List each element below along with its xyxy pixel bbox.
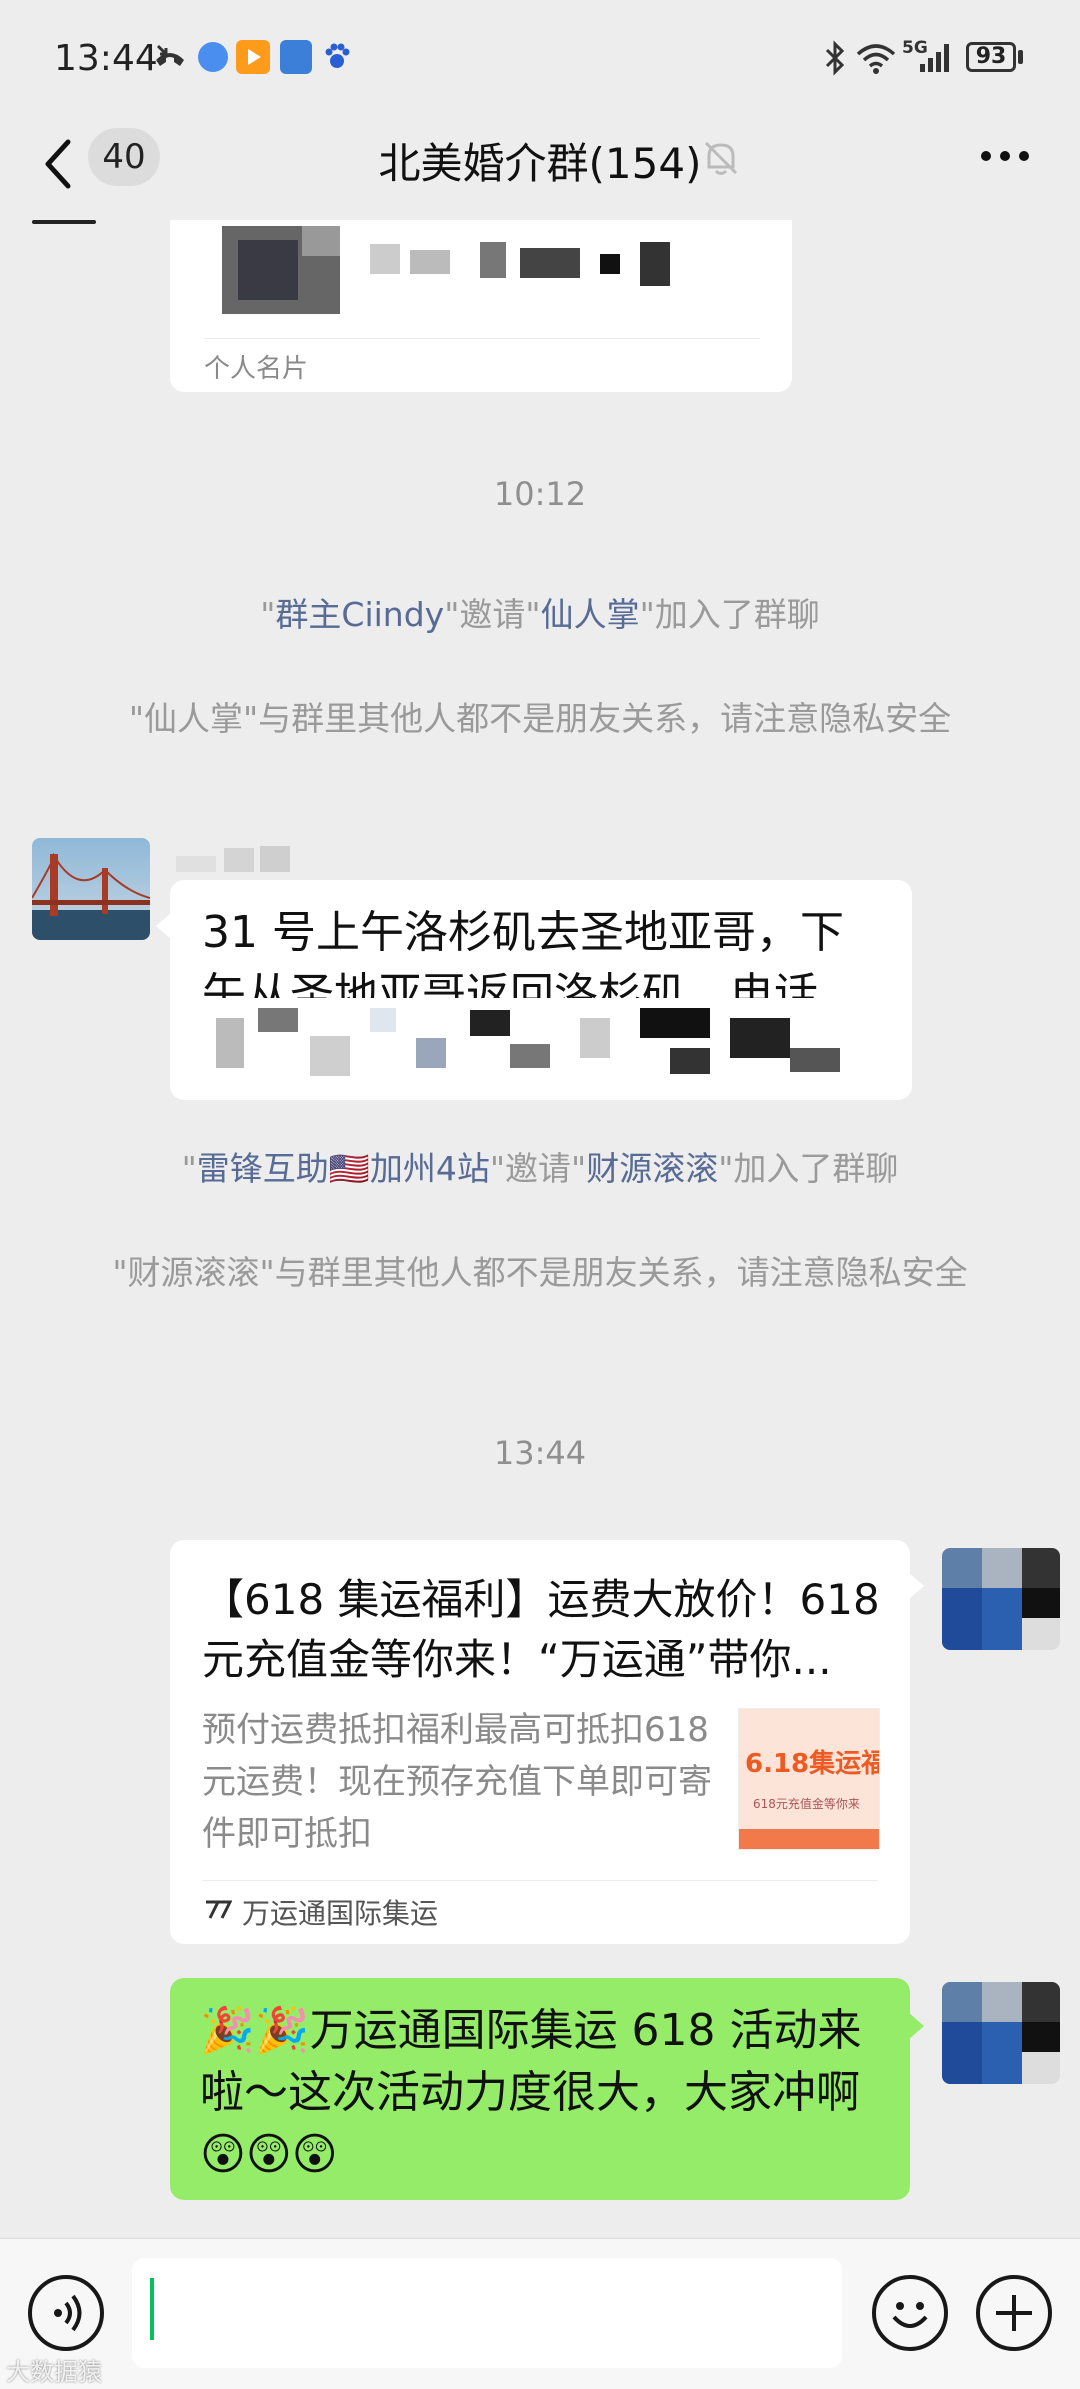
chat-title[interactable]: 北美婚介群(154) <box>0 130 1080 191</box>
more-actions-button[interactable] <box>976 2275 1052 2351</box>
link-card-message[interactable]: 【618 集运福利】运费大放价！618 元充值金等你来！“万运通”带你... 预… <box>170 1540 924 1944</box>
paw-icon <box>325 43 350 68</box>
inviter-name[interactable]: 雷锋互助🇺🇸加州4站 <box>197 1149 490 1188</box>
blurred-contact-name <box>370 234 690 294</box>
emoji-button[interactable] <box>872 2275 948 2351</box>
bubble-tail <box>908 1572 924 1600</box>
my-avatar[interactable] <box>942 1548 1060 1650</box>
wifi-icon <box>856 44 896 74</box>
bluetooth-icon <box>825 40 845 76</box>
watermark: 大数据猿 <box>6 2358 102 2386</box>
briefcase-app-icon <box>280 40 312 74</box>
invitee-name[interactable]: 财源滚滚 <box>586 1149 718 1188</box>
blurred-sender-name <box>176 844 306 874</box>
timestamp: 10:12 <box>493 475 587 513</box>
status-time: 13:44 <box>54 38 158 79</box>
thumbnail-subtext: 618元充值金等你来 <box>753 1797 860 1811</box>
link-title: 【618 集运福利】运费大放价！618 元充值金等你来！“万运通”带你... <box>202 1575 880 1684</box>
voice-icon <box>54 2294 82 2332</box>
mute-bell-icon <box>704 141 738 175</box>
battery-tip <box>1018 50 1023 64</box>
thumbnail-text: 6.18集运福 <box>745 1749 880 1779</box>
link-description: 预付运费抵扣福利最高可抵扣618元运费！现在预存充值下单即可寄件即可抵扣 <box>202 1710 712 1854</box>
app-notification-icon <box>198 42 228 72</box>
smiley-icon <box>892 2302 928 2328</box>
text-cursor <box>150 2278 154 2340</box>
sender-avatar[interactable] <box>32 838 150 940</box>
avatar[interactable] <box>32 220 96 224</box>
status-bar: 13:44 5G 93 <box>0 0 1080 120</box>
plus-icon <box>996 2295 1032 2331</box>
system-message: "雷锋互助🇺🇸加州4站"邀请"财源滚滚"加入了群聊 <box>181 1149 899 1188</box>
message-line-1: 31 号上午洛杉矶去圣地亚哥，下 <box>202 907 844 958</box>
text-message[interactable]: 31 号上午洛杉矶去圣地亚哥，下 午从圣地亚哥返回洛杉矶，电话 <box>156 880 912 1100</box>
signal-icon <box>920 44 949 72</box>
message-text: 🎉🎉万运通国际集运 618 活动来啦～这次活动力度很大，大家冲啊😲😲😲 <box>200 2005 862 2180</box>
video-app-icon <box>236 40 270 74</box>
contact-card-message[interactable]: 个人名片 <box>170 220 792 392</box>
sent-text-message[interactable]: 🎉🎉万运通国际集运 618 活动来啦～这次活动力度很大，大家冲啊😲😲😲 <box>170 1978 924 2200</box>
blurred-phone-number <box>170 998 912 1088</box>
privacy-notice: "财源滚滚"与群里其他人都不是朋友关系，请注意隐私安全 <box>112 1253 968 1292</box>
source-logo-icon <box>206 1900 232 1919</box>
link-source: 万运通国际集运 <box>242 1897 439 1930</box>
message-input[interactable] <box>132 2258 842 2368</box>
inviter-name[interactable]: 群主Ciindy <box>275 595 444 634</box>
timestamp: 13:44 <box>493 1434 587 1472</box>
divider <box>202 1880 878 1881</box>
bubble-tail <box>156 912 172 940</box>
card-type-label: 个人名片 <box>204 354 309 384</box>
missed-call-icon <box>156 44 184 66</box>
bubble-tail <box>908 2012 924 2040</box>
link-thumbnail: 6.18集运福 618元充值金等你来 <box>738 1708 880 1850</box>
battery-indicator: 93 <box>966 42 1016 72</box>
more-options-icon[interactable] <box>980 146 1030 166</box>
invitee-name[interactable]: 仙人掌 <box>541 595 640 634</box>
my-avatar[interactable] <box>942 1982 1060 2084</box>
divider <box>204 338 760 339</box>
blurred-contact-avatar <box>222 226 340 314</box>
system-message: "群主Ciindy"邀请"仙人掌"加入了群聊 <box>260 595 820 634</box>
privacy-notice: "仙人掌"与群里其他人都不是朋友关系，请注意隐私安全 <box>128 699 952 738</box>
voice-input-button[interactable] <box>28 2275 104 2351</box>
